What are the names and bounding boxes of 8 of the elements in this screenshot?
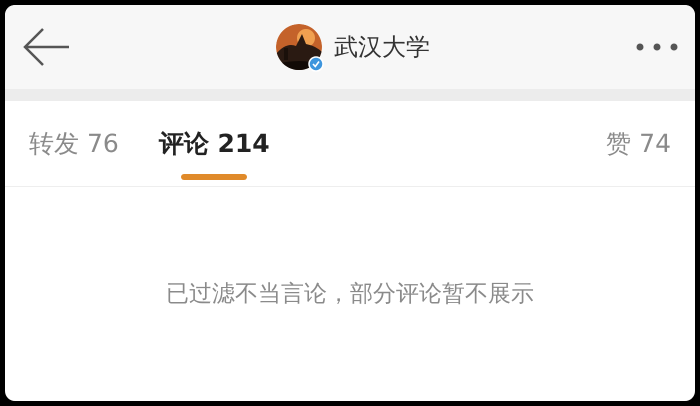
tab-indicator [181,174,248,180]
filter-notice: 已过滤不当言论，部分评论暂不展示 [166,280,534,309]
more-icon[interactable] [635,42,679,52]
tab[interactable]: 评论 214 [158,101,270,186]
account-name: 武汉大学 [334,32,430,63]
tab[interactable]: 赞 74 [606,101,671,186]
back-arrow-icon[interactable] [21,27,71,67]
tab[interactable]: 转发 76 [29,101,119,186]
